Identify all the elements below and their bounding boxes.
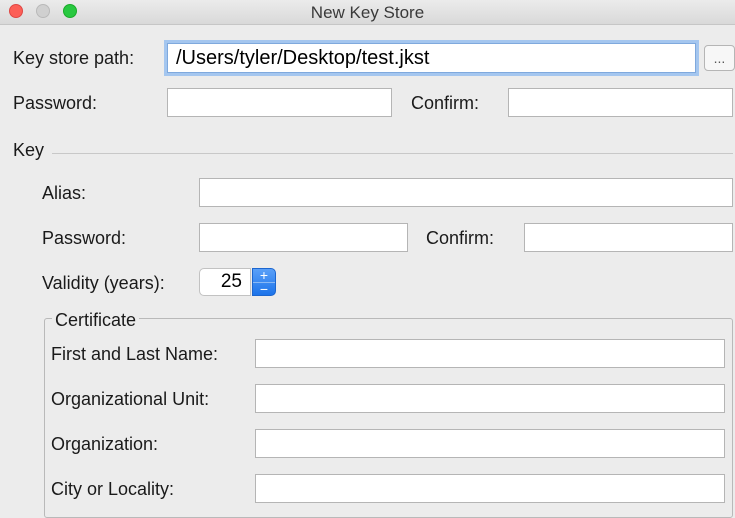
certificate-group-title: Certificate xyxy=(52,309,140,331)
validity-label: Validity (years): xyxy=(42,273,165,293)
key-store-password-label: Password: xyxy=(13,93,98,113)
key-confirm-label: Confirm: xyxy=(426,228,495,248)
alias-input[interactable] xyxy=(199,178,733,207)
key-section-label: Key xyxy=(13,140,45,160)
key-store-password-input[interactable] xyxy=(167,88,392,117)
first-last-name-input[interactable] xyxy=(255,339,725,368)
key-store-confirm-label: Confirm: xyxy=(411,93,480,113)
browse-button[interactable]: ... xyxy=(704,45,735,71)
organizational-unit-input[interactable] xyxy=(255,384,725,413)
window-title: New Key Store xyxy=(310,3,425,22)
organization-input[interactable] xyxy=(255,429,725,458)
key-store-path-input[interactable] xyxy=(167,43,696,73)
key-section-divider xyxy=(52,153,733,154)
key-confirm-input[interactable] xyxy=(524,223,733,252)
decrement-button[interactable]: − xyxy=(253,282,275,296)
key-password-label: Password: xyxy=(42,228,127,248)
key-password-input[interactable] xyxy=(199,223,408,252)
title-bar: New Key Store xyxy=(0,0,735,25)
key-store-path-label: Key store path: xyxy=(13,48,135,68)
city-locality-label: City or Locality: xyxy=(51,479,175,499)
validity-stepper[interactable]: + − xyxy=(252,268,276,296)
first-last-name-label: First and Last Name: xyxy=(51,344,219,364)
city-locality-input[interactable] xyxy=(255,474,725,503)
organization-label: Organization: xyxy=(51,434,159,454)
validity-input[interactable]: 25 xyxy=(199,268,251,296)
key-store-confirm-input[interactable] xyxy=(508,88,733,117)
organizational-unit-label: Organizational Unit: xyxy=(51,389,210,409)
alias-label: Alias: xyxy=(42,183,87,203)
